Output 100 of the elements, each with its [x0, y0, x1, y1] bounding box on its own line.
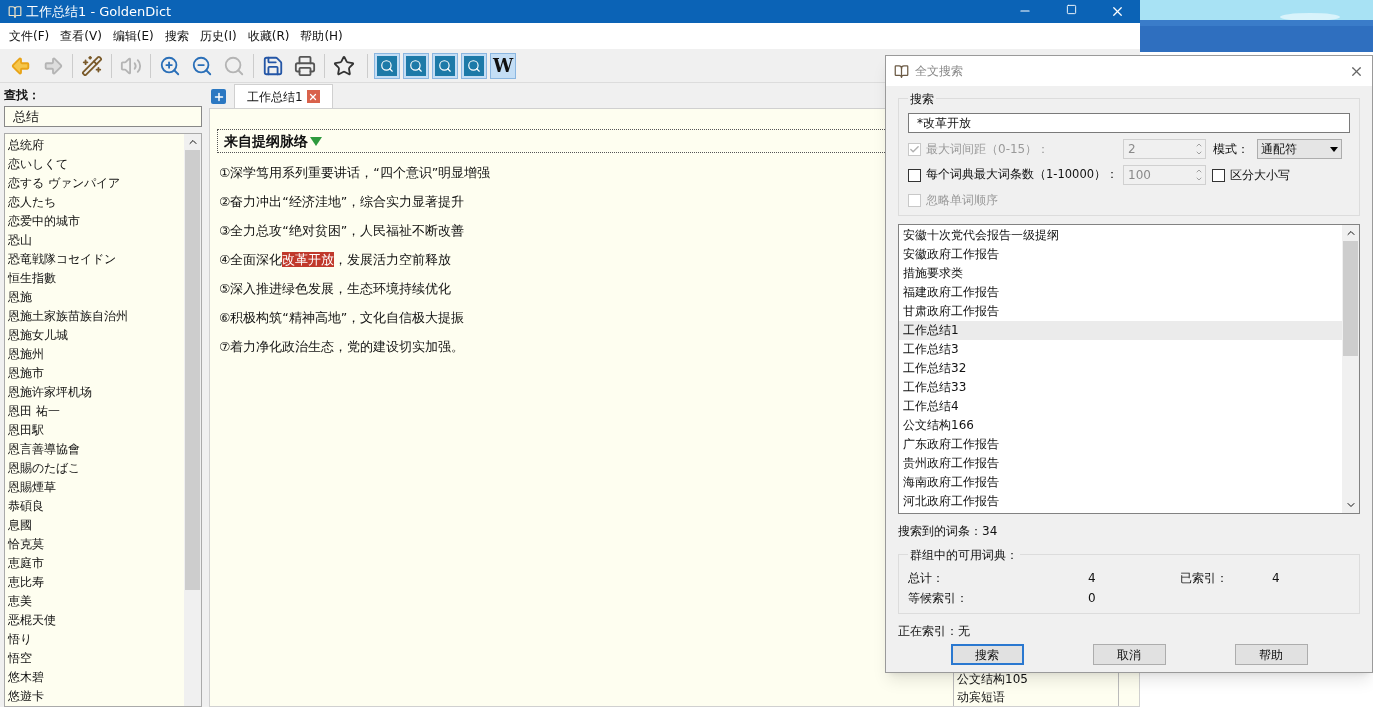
result-item[interactable]: 安徽十次党代会报告一级提纲	[899, 226, 1342, 245]
dialog-button[interactable]: 帮助	[1234, 644, 1308, 665]
menu-item[interactable]: 编辑(E)	[107, 27, 159, 45]
book-icon	[8, 4, 22, 19]
word-list-item[interactable]: 恩田 祐一	[8, 402, 184, 421]
search-label: 查找：	[4, 87, 41, 104]
list-item[interactable]: 公文结构105	[957, 670, 1118, 688]
menu-item[interactable]: 文件(F)	[4, 27, 55, 45]
word-list-item[interactable]: 恩施女儿城	[8, 326, 184, 345]
window-title: 工作总结1 - GoldenDict	[26, 2, 172, 21]
dictionary-button[interactable]	[374, 52, 400, 79]
result-item[interactable]: 工作总结4	[899, 397, 1342, 416]
article-line: ①深学笃用系列重要讲话，“四个意识”明显增强	[219, 164, 491, 182]
word-list-item[interactable]: 总统府	[8, 136, 184, 155]
checkbox[interactable]	[1212, 168, 1225, 182]
match-case-label: 区分大小写	[1230, 167, 1290, 184]
dialog-title: 全文搜索	[915, 63, 963, 80]
stat-value: 4	[1088, 570, 1097, 587]
result-item[interactable]: 海南政府工作报告	[899, 473, 1342, 492]
word-list-item[interactable]: 恩言善導協會	[8, 440, 184, 459]
word-list-item[interactable]: 恵庭市	[8, 554, 184, 573]
word-list-item[interactable]: 恩賜のたばこ	[8, 459, 184, 478]
dialog-button[interactable]: 搜索	[950, 644, 1024, 665]
ignore-order-label: 忽略单词顺序	[926, 192, 998, 209]
article-line: ③全力总攻“绝对贫困”，人民福祉不断改善	[219, 222, 465, 240]
list-item[interactable]: 动宾短语	[957, 688, 1118, 706]
word-list-item[interactable]: 恩施土家族苗族自治州	[8, 307, 184, 326]
dictionary-button[interactable]	[461, 52, 487, 79]
word-list-item[interactable]: 恭碩良	[8, 497, 184, 516]
max-distance-label: 最大词间距（0-15）：	[926, 141, 1051, 158]
word-list-item[interactable]: 恵比寿	[8, 573, 184, 592]
result-item[interactable]: 工作总结32	[899, 359, 1342, 378]
result-item[interactable]: 措施要求类	[899, 264, 1342, 283]
menu-item[interactable]: 收藏(R)	[242, 27, 295, 45]
letter-button[interactable]: W	[490, 52, 516, 79]
found-count: 搜索到的词条：34	[898, 523, 999, 540]
result-item[interactable]: 工作总结1	[899, 321, 1342, 340]
word-list-item[interactable]: 恋する ヴァンパイア	[8, 174, 184, 193]
word-list-item[interactable]: 恩施	[8, 288, 184, 307]
dictionary-button[interactable]	[403, 52, 429, 79]
word-list-item[interactable]: 悠木碧	[8, 668, 184, 687]
mode-dropdown[interactable]: 通配符	[1257, 139, 1342, 159]
word-list-item[interactable]: 恩田駅	[8, 421, 184, 440]
word-list-item[interactable]: 恩施州	[8, 345, 184, 364]
book-icon	[894, 63, 909, 79]
word-list-item[interactable]: 恐竜戦隊コセイドン	[8, 250, 184, 269]
menu-item[interactable]: 历史(I)	[194, 27, 242, 45]
indexing-status: 正在索引：无	[898, 623, 971, 640]
word-list-item[interactable]: 恩賜煙草	[8, 478, 184, 497]
new-tab-icon[interactable]	[211, 89, 226, 104]
word-list-item[interactable]: 恰克莫	[8, 535, 184, 554]
magnifier-icon	[377, 55, 397, 76]
menu-item[interactable]: 查看(V)	[55, 27, 107, 45]
word-list-item[interactable]: 悠遊卡	[8, 687, 184, 706]
word-list-item[interactable]: 恵美	[8, 592, 184, 611]
result-item[interactable]: 工作总结3	[899, 340, 1342, 359]
scrollbar-thumb[interactable]	[1343, 241, 1358, 356]
result-item[interactable]: 甘肃政府工作报告	[899, 302, 1342, 321]
dialog-button[interactable]: 取消	[1092, 644, 1166, 665]
triangle-icon[interactable]	[310, 136, 322, 146]
tab[interactable]: 工作总结1	[234, 84, 333, 108]
result-item[interactable]: 安徽政府工作报告	[899, 245, 1342, 264]
scrollbar-thumb[interactable]	[185, 150, 200, 590]
max-articles-label: 每个词典最大词条数（1-10000）：	[926, 166, 1120, 184]
dictionary-button[interactable]	[432, 52, 458, 79]
stat-value: 4	[1272, 570, 1281, 587]
word-list-item[interactable]: 恐山	[8, 231, 184, 250]
word-list-item[interactable]: 恩施市	[8, 364, 184, 383]
magnifier-icon	[464, 55, 484, 76]
dropdown-caret-icon	[1330, 146, 1338, 152]
result-item[interactable]: 贵州政府工作报告	[899, 454, 1342, 473]
article-line: ⑤深入推进绿色发展，生态环境持续优化	[219, 280, 452, 298]
result-item[interactable]: 公文结构166	[899, 416, 1342, 435]
menu-item[interactable]: 搜索	[159, 27, 194, 45]
result-item[interactable]: 广东政府工作报告	[899, 435, 1342, 454]
stat-value: 0	[1088, 590, 1097, 607]
word-list-item[interactable]: 悟り	[8, 630, 184, 649]
group-title: 搜索	[908, 90, 936, 108]
result-item[interactable]: 工作总结33	[899, 378, 1342, 397]
word-list-item[interactable]: 恋爱中的城市	[8, 212, 184, 231]
result-item[interactable]: 福建政府工作报告	[899, 283, 1342, 302]
query-field[interactable]: *改革开放	[908, 113, 1350, 133]
word-list-item[interactable]: 恩施许家坪机场	[8, 383, 184, 402]
checkbox[interactable]	[908, 168, 921, 182]
menu-item[interactable]: 帮助(H)	[295, 27, 348, 45]
word-list-item[interactable]: 恒生指數	[8, 269, 184, 288]
article-line: ②奋力冲出“经济洼地”，综合实力显著提升	[219, 193, 465, 211]
close-icon[interactable]	[306, 90, 320, 103]
word-list-item[interactable]: 恋いしくて	[8, 155, 184, 174]
word-list-item[interactable]: 悟空	[8, 649, 184, 668]
word-list-item[interactable]: 恶棍天使	[8, 611, 184, 630]
word-list-item[interactable]: 恋人たち	[8, 193, 184, 212]
stat-label: 总计：	[908, 570, 945, 587]
scrollbar[interactable]	[184, 134, 201, 706]
word-list-item[interactable]: 息國	[8, 516, 184, 535]
search-field[interactable]: 总结	[4, 106, 202, 127]
result-item[interactable]: 河北政府工作报告	[899, 492, 1342, 511]
magnifier-icon	[435, 55, 455, 76]
article-line: ⑦着力净化政治生态，党的建设切实加强。	[219, 338, 465, 356]
scrollbar[interactable]	[1342, 225, 1359, 513]
